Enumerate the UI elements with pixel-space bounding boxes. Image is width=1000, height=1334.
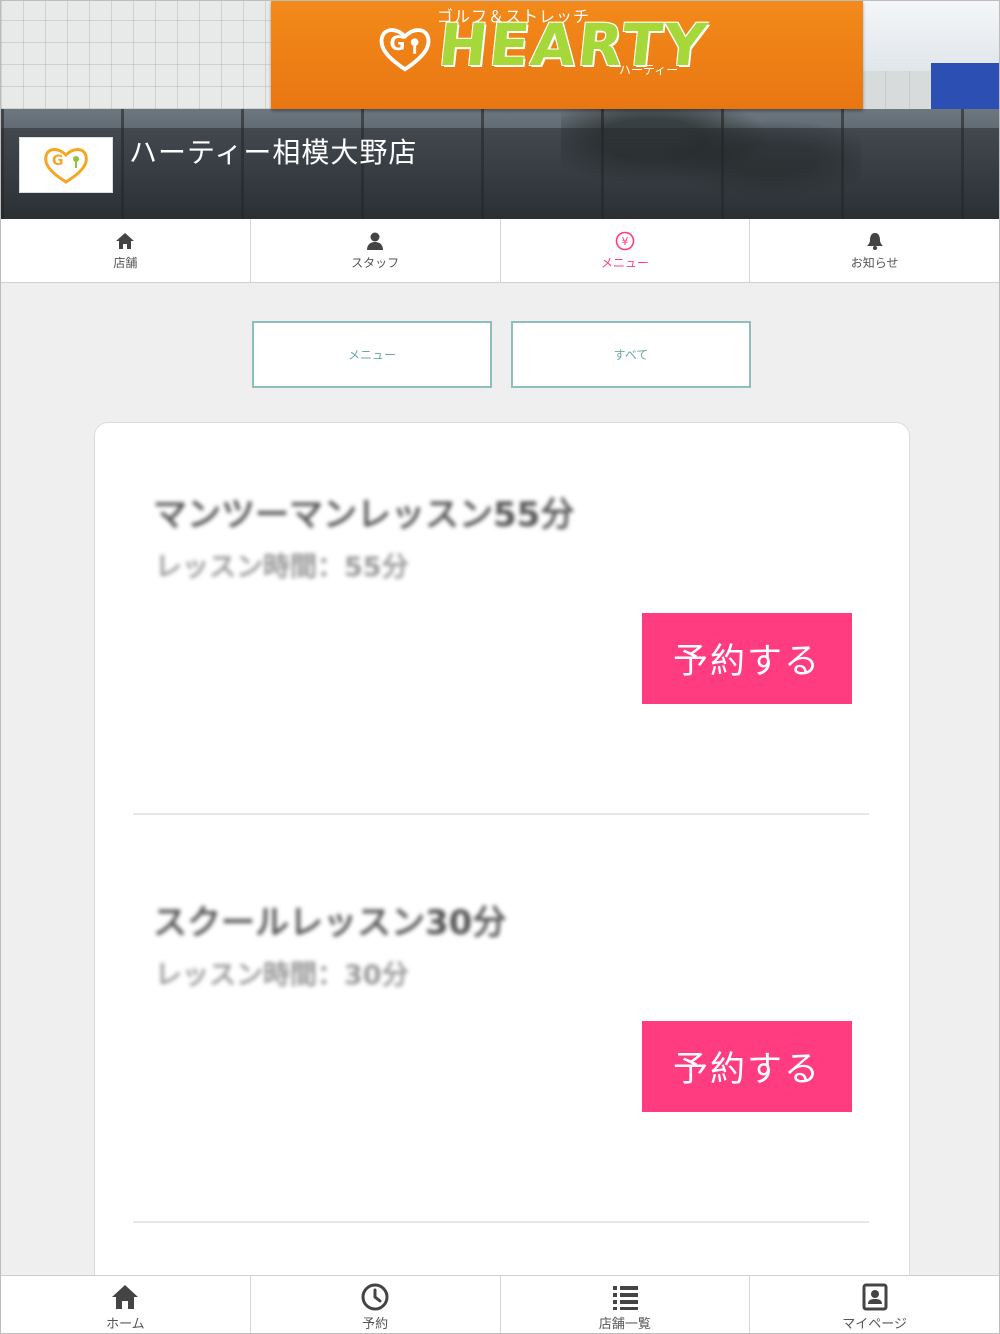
tab-label: スタッフ bbox=[351, 255, 400, 270]
sky bbox=[863, 1, 999, 71]
store-hero-image: G ゴルフ＆ストレッチ HEARTY ハーティー G ハーティー相模大野店 bbox=[1, 1, 999, 219]
menu-list-card: マンツーマンレッスン55分 レッスン時間：55分 予約する スクールレッスン30… bbox=[94, 422, 910, 1324]
reserve-button[interactable]: 予約する bbox=[642, 613, 852, 704]
menu-item-duration: レッスン時間：55分 bbox=[155, 552, 409, 583]
filter-menu-button[interactable]: メニュー bbox=[252, 321, 492, 388]
nav-label: ホーム bbox=[106, 1317, 145, 1332]
tab-news[interactable]: お知らせ bbox=[749, 219, 999, 282]
menu-item: スクールレッスン30分 レッスン時間：30分 予約する bbox=[95, 831, 909, 1239]
sign-kana: ハーティー bbox=[619, 63, 679, 77]
divider bbox=[133, 813, 869, 815]
tab-label: メニュー bbox=[600, 255, 649, 270]
tab-label: 店舗 bbox=[113, 255, 138, 270]
nav-label: マイページ bbox=[842, 1317, 907, 1332]
app-frame: G ゴルフ＆ストレッチ HEARTY ハーティー G ハーティー相模大野店 店舗… bbox=[0, 0, 1000, 1334]
tab-staff[interactable]: スタッフ bbox=[249, 219, 500, 282]
tab-store[interactable]: 店舗 bbox=[1, 219, 250, 282]
nav-store-list[interactable]: 店舗一覧 bbox=[499, 1276, 750, 1333]
divider bbox=[133, 1221, 869, 1223]
reserve-button[interactable]: 予約する bbox=[642, 1021, 852, 1112]
nav-label: 店舗一覧 bbox=[598, 1317, 651, 1332]
menu-item: マンツーマンレッスン55分 レッスン時間：55分 予約する bbox=[95, 423, 909, 831]
tab-menu[interactable]: ¥ メニュー bbox=[499, 219, 750, 282]
menu-item-duration: レッスン時間：30分 bbox=[155, 960, 409, 991]
bottom-navigation: ホーム 予約 店舗一覧 マイページ bbox=[1, 1275, 999, 1333]
nav-home[interactable]: ホーム bbox=[1, 1276, 250, 1333]
nav-mypage[interactable]: マイページ bbox=[749, 1276, 999, 1333]
profile-card-icon bbox=[862, 1283, 888, 1311]
tab-label: お知らせ bbox=[850, 255, 899, 270]
store-logo-icon: G bbox=[44, 148, 88, 184]
clock-icon bbox=[361, 1283, 389, 1311]
store-name-title: ハーティー相模大野店 bbox=[129, 136, 418, 169]
home-icon bbox=[112, 1285, 139, 1309]
menu-item-title: スクールレッスン30分 bbox=[153, 903, 507, 943]
list-icon bbox=[612, 1286, 638, 1310]
heart-golf-logo-icon: G bbox=[379, 28, 431, 72]
svg-text:G: G bbox=[52, 153, 64, 169]
store-signboard: G ゴルフ＆ストレッチ HEARTY ハーティー bbox=[271, 1, 863, 109]
filter-all-button[interactable]: すべて bbox=[511, 321, 751, 388]
menu-item-title: マンツーマンレッスン55分 bbox=[153, 495, 575, 535]
home-icon bbox=[116, 232, 135, 249]
nav-reserve[interactable]: 予約 bbox=[249, 1276, 500, 1333]
yen-icon: ¥ bbox=[615, 231, 635, 250]
store-logo: G bbox=[19, 137, 113, 193]
store-tabs: 店舗 スタッフ ¥ メニュー お知らせ bbox=[1, 219, 999, 283]
svg-text:G: G bbox=[390, 32, 406, 55]
svg-text:¥: ¥ bbox=[621, 235, 628, 248]
person-icon bbox=[367, 232, 384, 250]
nav-label: 予約 bbox=[362, 1317, 389, 1332]
bell-icon bbox=[866, 232, 883, 250]
